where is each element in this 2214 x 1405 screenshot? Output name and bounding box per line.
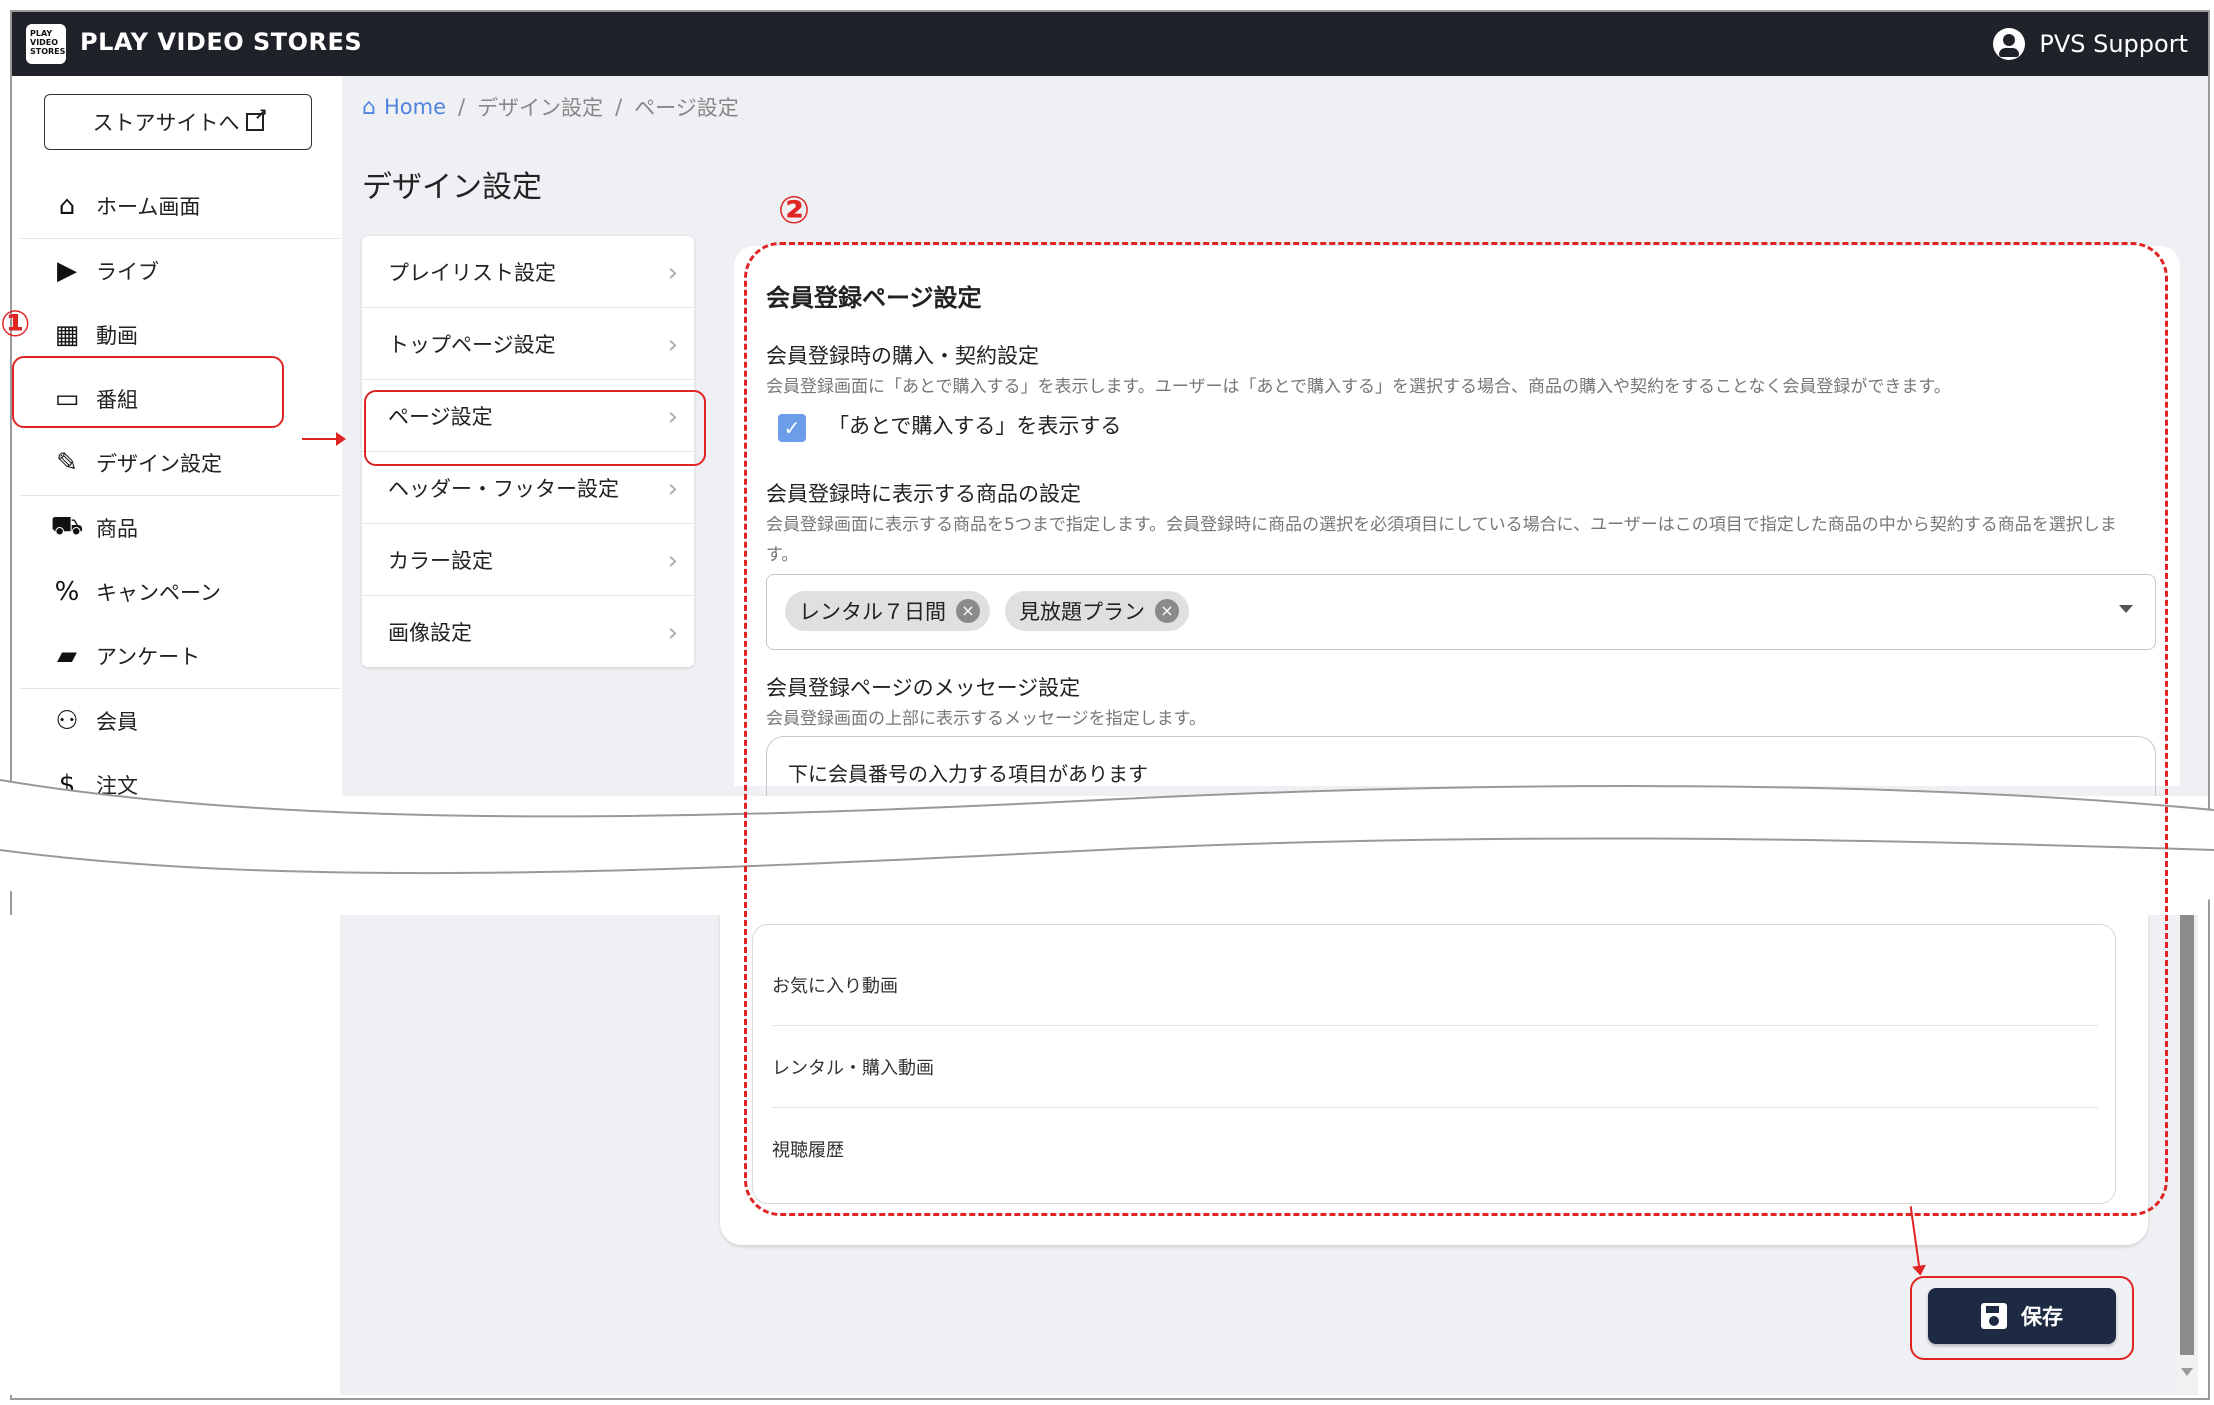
submenu-label: カラー設定 bbox=[388, 548, 493, 573]
sidebar-item-label: 会員 bbox=[96, 710, 138, 734]
percent-icon: % bbox=[54, 577, 80, 607]
sidebar-item-home[interactable]: ⌂ ホーム画面 bbox=[12, 174, 342, 238]
scrollbar-thumb[interactable] bbox=[2180, 915, 2194, 1355]
breadcrumb-design[interactable]: デザイン設定 bbox=[477, 92, 603, 122]
annotation-arrow bbox=[302, 432, 346, 446]
scroll-down-icon[interactable] bbox=[2181, 1368, 2193, 1376]
sidebar-item-label: 動画 bbox=[96, 324, 138, 348]
chevron-right-icon: › bbox=[667, 546, 678, 576]
breadcrumb-separator: / bbox=[615, 95, 623, 119]
home-icon: ⌂ bbox=[362, 94, 376, 120]
submenu-top-page[interactable]: トップページ設定 › bbox=[362, 308, 694, 380]
chevron-right-icon: › bbox=[667, 618, 678, 648]
sidebar-item-survey[interactable]: ▰ アンケート bbox=[12, 624, 342, 688]
sidebar-item-members[interactable]: ⚇ 会員 bbox=[12, 689, 342, 753]
store-site-button[interactable]: ストアサイトへ bbox=[44, 94, 312, 150]
chevron-right-icon: › bbox=[667, 258, 678, 288]
submenu-label: 画像設定 bbox=[388, 620, 472, 645]
breadcrumb: ⌂ Home / デザイン設定 / ページ設定 bbox=[362, 92, 739, 122]
sidebar-item-design[interactable]: ✎ デザイン設定 bbox=[12, 431, 342, 495]
step-number-2: ② bbox=[778, 188, 811, 232]
chevron-right-icon: › bbox=[667, 474, 678, 504]
highlight-page-settings bbox=[364, 390, 706, 466]
sidebar-item-label: ホーム画面 bbox=[96, 195, 201, 219]
highlight-design-menu bbox=[12, 356, 284, 428]
sidebar-nav: ⌂ ホーム画面 ▶ ライブ ▦ 動画 ▭ 番組 ✎ デザイン設定 ⛟ 商品 % … bbox=[12, 174, 342, 817]
sidebar-item-label: ライブ bbox=[96, 260, 159, 284]
video-camera-icon: ▶ bbox=[57, 256, 77, 286]
step-number-1: ① bbox=[0, 304, 31, 345]
cart-icon: ⛟ bbox=[50, 511, 84, 541]
sidebar-item-products[interactable]: ⛟ 商品 bbox=[12, 496, 342, 560]
submenu-image[interactable]: 画像設定 › bbox=[362, 596, 694, 667]
breadcrumb-current: ページ設定 bbox=[634, 96, 739, 120]
brush-icon: ✎ bbox=[56, 448, 78, 478]
breadcrumb-home-label: Home bbox=[383, 95, 446, 119]
people-icon: ⚇ bbox=[55, 706, 79, 736]
logo-icon: PLAY VIDEO STORES bbox=[26, 24, 66, 64]
breadcrumb-home[interactable]: ⌂ Home bbox=[362, 95, 446, 120]
user-name: PVS Support bbox=[2039, 30, 2188, 58]
external-link-icon bbox=[245, 105, 267, 131]
sidebar-item-label: アンケート bbox=[96, 645, 201, 669]
top-bar: PLAY VIDEO STORES PLAY VIDEO STORES PVS Su… bbox=[12, 12, 2208, 76]
submenu-playlist[interactable]: プレイリスト設定 › bbox=[362, 236, 694, 308]
highlight-settings-region bbox=[744, 242, 2168, 1216]
home-icon: ⌂ bbox=[58, 191, 76, 221]
sidebar-item-label: 商品 bbox=[96, 517, 138, 541]
sidebar-item-live[interactable]: ▶ ライブ bbox=[12, 239, 342, 303]
sidebar-continuation bbox=[10, 915, 340, 1395]
chevron-right-icon: › bbox=[667, 330, 678, 360]
submenu-label: ヘッダー・フッター設定 bbox=[388, 476, 619, 501]
breadcrumb-separator: / bbox=[457, 95, 466, 119]
submenu-color[interactable]: カラー設定 › bbox=[362, 524, 694, 596]
page-title: デザイン設定 bbox=[362, 170, 542, 205]
sidebar: ストアサイトへ ⌂ ホーム画面 ▶ ライブ ▦ 動画 ▭ 番組 ✎ bbox=[12, 76, 342, 800]
submenu-label: プレイリスト設定 bbox=[388, 260, 556, 285]
brand-title: PLAY VIDEO STORES bbox=[80, 28, 363, 56]
user-menu[interactable]: PVS Support bbox=[1993, 28, 2188, 60]
sidebar-item-label: デザイン設定 bbox=[96, 452, 222, 476]
store-site-label: ストアサイトへ bbox=[92, 111, 240, 135]
chat-icon: ▰ bbox=[57, 641, 77, 671]
sidebar-item-campaign[interactable]: % キャンペーン bbox=[12, 560, 342, 624]
account-icon bbox=[1993, 28, 2026, 60]
clapper-icon: ▦ bbox=[54, 320, 80, 350]
sidebar-item-label: キャンペーン bbox=[96, 581, 221, 605]
submenu-label: トップページ設定 bbox=[388, 332, 556, 357]
highlight-save-button bbox=[1910, 1276, 2134, 1360]
